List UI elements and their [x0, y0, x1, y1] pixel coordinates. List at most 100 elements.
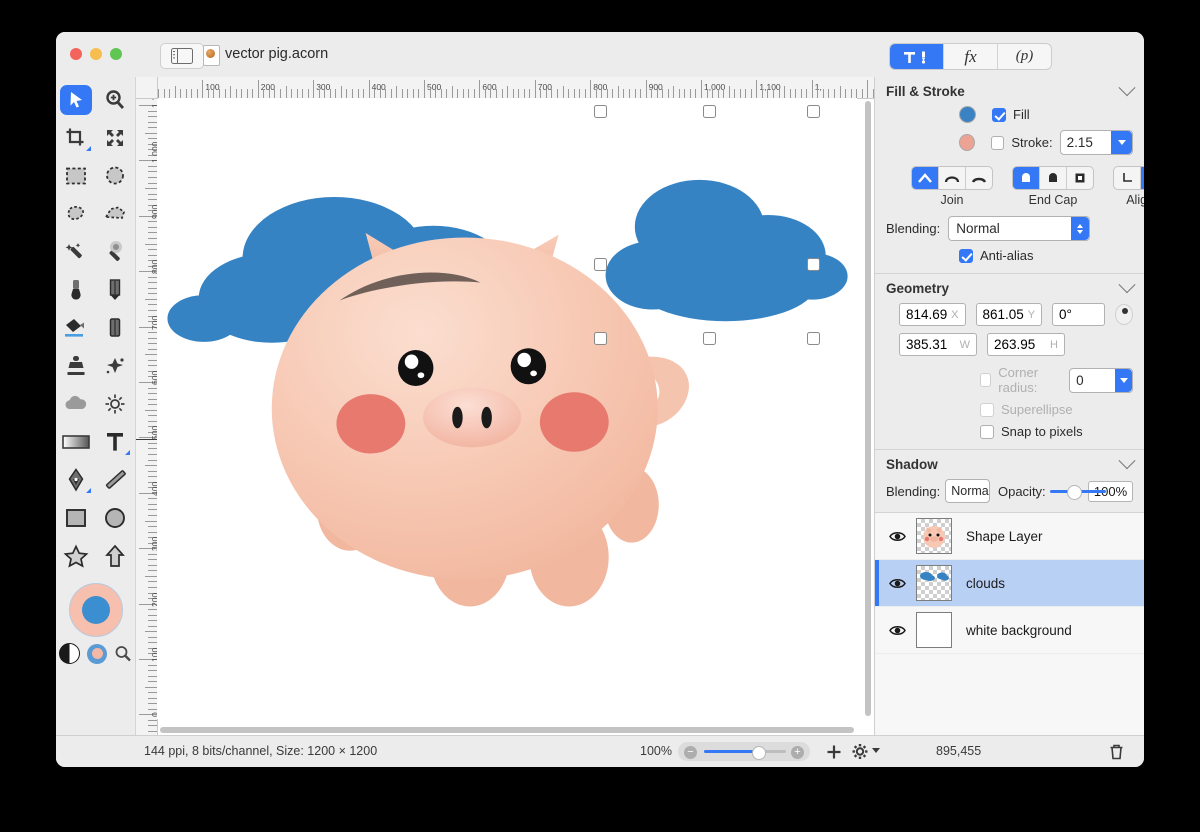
gradient-tool[interactable] [56, 423, 96, 461]
stroke-width-input[interactable]: 2.15 [1061, 131, 1112, 154]
transform-tool[interactable] [96, 119, 136, 157]
rectangle-select-tool[interactable] [56, 157, 96, 195]
dodge-tool[interactable] [96, 385, 136, 423]
join-round-button[interactable] [939, 167, 966, 189]
join-bevel-button[interactable] [966, 167, 992, 189]
minimize-window-button[interactable] [90, 48, 102, 60]
artboard[interactable] [157, 98, 857, 719]
opacity-knob[interactable] [1067, 485, 1082, 500]
fill-color-swatch-panel[interactable] [959, 106, 976, 123]
horizontal-scrollbar[interactable] [160, 725, 854, 734]
eye-icon[interactable] [889, 624, 906, 637]
vertical-scrollbar[interactable] [863, 101, 872, 716]
blending-popup-arrows[interactable] [1071, 217, 1090, 240]
fill-checkbox[interactable] [992, 107, 1006, 122]
arrow-shape-tool[interactable] [96, 537, 136, 575]
sidebar-toggle-button[interactable] [160, 43, 204, 69]
gear-icon[interactable] [851, 743, 869, 760]
corner-radius-input[interactable]: 0 [1070, 369, 1115, 392]
canvas-area[interactable]: 01002003004005006007008009001,0001,1001,… [136, 77, 874, 736]
paint-bucket-tool[interactable] [56, 309, 96, 347]
eye-icon[interactable] [889, 530, 906, 543]
x-field[interactable]: 814.69 X [899, 303, 966, 326]
zoom-in-icon[interactable]: + [791, 745, 804, 759]
selection-handle-tc[interactable] [703, 105, 716, 118]
ellipse-shape-tool[interactable] [96, 499, 136, 537]
zoom-slider[interactable]: − + [678, 742, 810, 761]
cloud-shape-right[interactable] [605, 179, 848, 322]
star-shape-tool[interactable] [56, 537, 96, 575]
selection-handle-bc[interactable] [703, 332, 716, 345]
chevron-down-icon[interactable] [1118, 275, 1136, 293]
pencil-tool[interactable] [96, 271, 136, 309]
lasso-tool[interactable] [56, 195, 96, 233]
endcap-butt-button[interactable] [1013, 167, 1040, 189]
tab-fx[interactable]: fx [944, 44, 998, 69]
layers-list[interactable]: Shape Layer clouds white background [875, 513, 1144, 736]
layer-row-clouds[interactable]: clouds [875, 560, 1144, 607]
text-tool[interactable] [96, 423, 136, 461]
corner-radius-stepper[interactable] [1115, 368, 1133, 392]
blur-tool[interactable] [56, 385, 96, 423]
zoom-slider-knob[interactable] [752, 745, 766, 760]
stroke-color-swatch[interactable] [68, 583, 123, 637]
geometry-header[interactable]: Geometry [875, 274, 1144, 303]
vertical-ruler[interactable]: 1,1001,0009008007006005004003002001000 [136, 98, 158, 736]
eye-icon[interactable] [889, 577, 906, 590]
horizontal-ruler[interactable]: 01002003004005006007008009001,0001,1001, [136, 77, 874, 99]
line-tool[interactable] [96, 461, 136, 499]
half-circle-icon[interactable] [59, 643, 80, 664]
pen-tool[interactable] [56, 461, 96, 499]
zoom-tool[interactable] [96, 81, 136, 119]
rotation-field[interactable]: 0° [1052, 303, 1106, 326]
align-inside-button[interactable] [1114, 167, 1141, 189]
gear-dropdown-arrow[interactable] [872, 748, 880, 753]
tab-presets[interactable]: (p) [998, 44, 1051, 69]
eraser-tool[interactable] [96, 309, 136, 347]
selection-handle-ml[interactable] [594, 258, 607, 271]
brush-tool[interactable] [56, 271, 96, 309]
add-layer-button[interactable] [826, 744, 842, 760]
guide-horizontal[interactable] [136, 438, 157, 440]
ellipse-select-tool[interactable] [96, 157, 136, 195]
rectangle-shape-tool[interactable] [56, 499, 96, 537]
antialias-checkbox[interactable] [959, 248, 973, 263]
superellipse-checkbox[interactable] [980, 402, 994, 417]
shadow-blending-select[interactable]: Normal [946, 480, 989, 502]
chevron-down-icon[interactable] [1118, 78, 1136, 96]
crop-tool[interactable] [56, 119, 96, 157]
zoom-out-icon[interactable]: − [684, 745, 697, 759]
rotation-dial[interactable] [1115, 304, 1134, 325]
y-field[interactable]: 861.05 Y [975, 303, 1043, 326]
endcap-round-button[interactable] [1040, 167, 1067, 189]
stroke-checkbox[interactable] [991, 135, 1005, 150]
tab-tools[interactable] [890, 44, 944, 69]
fill-stroke-header[interactable]: Fill & Stroke [875, 77, 1144, 106]
smudge-tool[interactable] [96, 347, 136, 385]
mini-swatch-icon[interactable] [87, 643, 107, 664]
selection-handle-mr[interactable] [807, 258, 820, 271]
endcap-square-button[interactable] [1067, 167, 1093, 189]
selection-handle-br[interactable] [807, 332, 820, 345]
align-center-button[interactable] [1141, 167, 1144, 189]
opacity-slider[interactable] [1049, 484, 1106, 500]
stroke-width-stepper[interactable] [1111, 131, 1132, 154]
corner-radius-checkbox[interactable] [980, 373, 992, 387]
chevron-down-icon[interactable] [1118, 451, 1136, 469]
move-tool[interactable] [56, 81, 96, 119]
blending-select[interactable]: Normal [949, 217, 1071, 240]
selection-handle-tr[interactable] [807, 105, 820, 118]
magic-wand-tool[interactable] [56, 233, 96, 271]
magic-wand-soft-tool[interactable] [96, 233, 136, 271]
stroke-color-swatch-panel[interactable] [959, 134, 976, 151]
fill-color-swatch[interactable] [81, 596, 110, 624]
layer-row-white-background[interactable]: white background [875, 607, 1144, 654]
layer-row-shape-layer[interactable]: Shape Layer [875, 513, 1144, 560]
snap-to-pixels-checkbox[interactable] [980, 424, 994, 439]
h-field[interactable]: 263.95 H [987, 333, 1065, 356]
w-field[interactable]: 385.31 W [899, 333, 977, 356]
polygon-lasso-tool[interactable] [96, 195, 136, 233]
join-miter-button[interactable] [912, 167, 939, 189]
selection-handle-tl[interactable] [594, 105, 607, 118]
shadow-header[interactable]: Shadow [875, 450, 1144, 479]
